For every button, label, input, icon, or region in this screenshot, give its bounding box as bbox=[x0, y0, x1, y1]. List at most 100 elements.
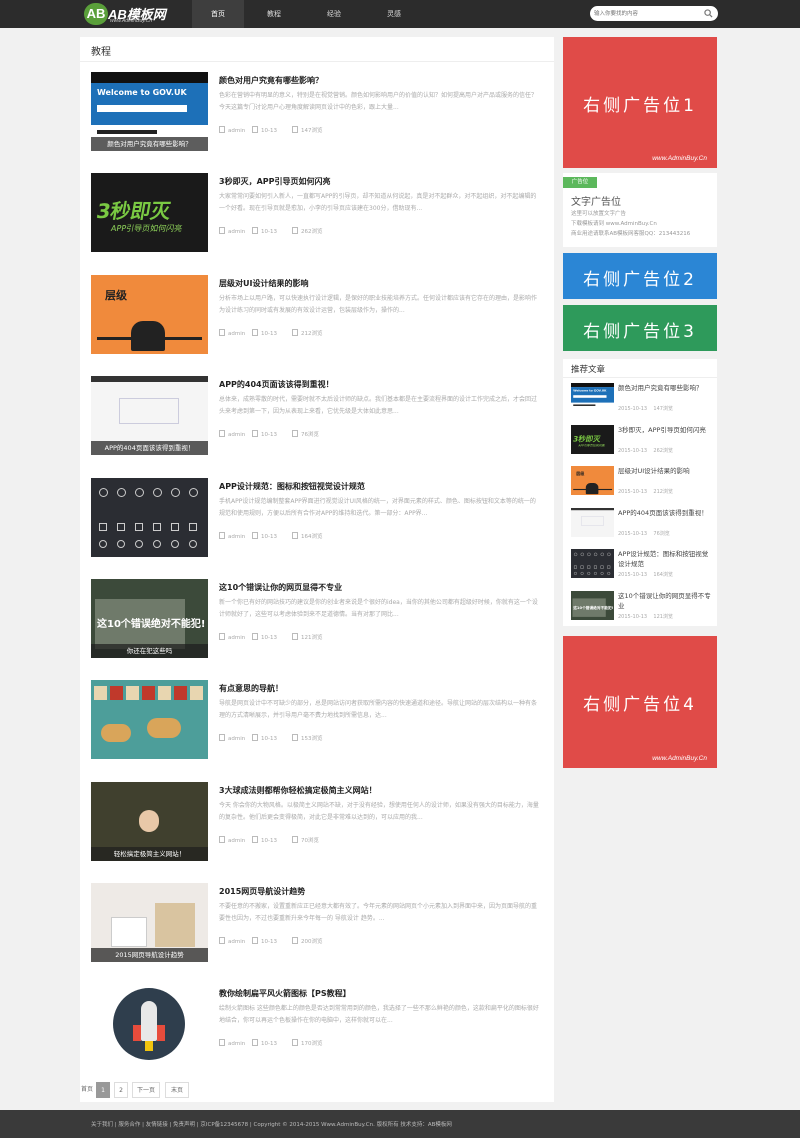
calendar-icon bbox=[252, 835, 258, 843]
article-title[interactable]: 教你绘制扁平风火箭图标【PS教程】 bbox=[219, 988, 351, 999]
article-excerpt: 手机APP设计规范编制整套APP界面进行视觉设计UI风格的统一，对界面元素的样式… bbox=[219, 497, 536, 517]
article-thumbnail[interactable] bbox=[91, 680, 208, 760]
recommended-thumbnail[interactable] bbox=[571, 507, 614, 537]
article-thumbnail[interactable]: 这10个错误绝对不能犯! 你还在犯这些吗 bbox=[91, 579, 208, 658]
article-thumbnail[interactable]: 层级 bbox=[91, 274, 208, 354]
recommended-item-meta: 2015-10-13 164浏览 bbox=[618, 571, 673, 578]
article-thumbnail[interactable] bbox=[91, 477, 208, 557]
nav-experience[interactable]: 经验 bbox=[308, 0, 360, 28]
article-title[interactable]: 这10个错误让你的网页显得不专业 bbox=[219, 582, 342, 593]
search-icon[interactable] bbox=[704, 9, 713, 18]
views-icon bbox=[292, 531, 298, 539]
article-author: admin bbox=[228, 635, 246, 641]
article-views: 70浏览 bbox=[301, 837, 319, 844]
user-icon bbox=[219, 1038, 225, 1046]
views-icon bbox=[292, 734, 298, 742]
pager-first[interactable]: 首页 bbox=[80, 1082, 94, 1098]
calendar-icon bbox=[252, 633, 258, 640]
recommended-thumbnail[interactable] bbox=[571, 549, 614, 578]
article-date: 10-13 bbox=[261, 736, 277, 743]
sidebar-ad-2[interactable]: 右侧广告位2 bbox=[563, 253, 717, 299]
recommended-item-title[interactable]: APP设计规范：图标和按钮视觉设计规范 bbox=[618, 549, 713, 569]
sidebar-ad-4[interactable]: 右侧广告位4 www.AdminBuy.Cn bbox=[563, 636, 717, 768]
article-date: 10-13 bbox=[261, 939, 277, 946]
article-date: 10-13 bbox=[261, 229, 277, 236]
footer-text: 关于我们 | 服务合作 | 友情链接 | 免责声明 | 京ICP备1234567… bbox=[91, 1122, 452, 1128]
top-bar: AB AB模板网 www.AdminBuy.Cn 首页 教程 经验 灵感 bbox=[0, 0, 800, 28]
article-views: 212浏览 bbox=[301, 330, 323, 337]
article-thumbnail[interactable]: 3秒即灭 APP引导页如何闪亮 bbox=[91, 173, 208, 253]
nav-tutorials[interactable]: 教程 bbox=[248, 0, 300, 28]
user-icon bbox=[219, 126, 225, 133]
article-thumbnail[interactable] bbox=[91, 984, 208, 1064]
recommended-date: 2015-10-13 bbox=[618, 530, 648, 537]
article-title[interactable]: 颜色对用户究竟有哪些影响？ bbox=[219, 75, 323, 86]
article-title[interactable]: 3大球成法则都帮你轻松搞定极简主义网站！ bbox=[219, 785, 377, 796]
recommended-views: 212浏览 bbox=[653, 489, 673, 495]
recommended-thumbnail[interactable]: 这10个错误绝对不能犯! bbox=[571, 590, 614, 620]
recommended-thumbnail[interactable]: 3秒即灭 APP引导页如何闪亮 bbox=[571, 424, 614, 454]
article-author: admin bbox=[228, 330, 246, 337]
article-views: 262浏览 bbox=[301, 229, 323, 236]
calendar-icon bbox=[252, 227, 258, 235]
recommended-thumbnail[interactable]: Welcome to GOV.UK bbox=[571, 383, 614, 412]
article-thumbnail[interactable]: 轻松搞定极简主义网站！ bbox=[91, 781, 208, 861]
article-thumbnail[interactable]: 2015网页导航设计趋势 bbox=[91, 883, 208, 963]
thumbnail-caption: 轻松搞定极简主义网站！ bbox=[91, 846, 208, 861]
recommended-item[interactable]: APP的404页面该该得到重视！ 2015-10-13 76浏览 bbox=[571, 507, 715, 540]
article-title[interactable]: APP设计规范：图标和按钮视觉设计规范 bbox=[219, 481, 365, 492]
recommended-thumbnail[interactable]: 层级 bbox=[571, 466, 614, 495]
recommended-item[interactable]: 3秒即灭 APP引导页如何闪亮 3秒即灭，APP引导页如何闪亮 2015-10-13 … bbox=[571, 424, 715, 457]
recommended-item[interactable]: Welcome to GOV.UK 颜色对用户究竟有哪些影响？ 2015-10-13… bbox=[571, 383, 715, 415]
sidebar-ad-3[interactable]: 右侧广告位3 bbox=[563, 305, 717, 351]
article-title[interactable]: 2015网页导航设计趋势 bbox=[219, 886, 305, 897]
article-item: 这10个错误绝对不能犯! 你还在犯这些吗 这10个错误让你的网页显得不专业 新一个你已… bbox=[91, 579, 543, 661]
article-date: 10-13 bbox=[261, 330, 277, 337]
section-divider bbox=[80, 61, 554, 62]
recommended-item-title[interactable]: 颜色对用户究竟有哪些影响？ bbox=[618, 383, 713, 403]
article-thumbnail[interactable]: APP的404页面该该得到重视！ bbox=[91, 376, 208, 456]
article-date: 10-13 bbox=[261, 1040, 277, 1047]
search-input[interactable] bbox=[594, 7, 700, 20]
article-title[interactable]: 层级对UI设计结果的影响 bbox=[219, 278, 308, 289]
site-logo[interactable]: AB AB模板网 www.AdminBuy.Cn bbox=[84, 3, 184, 25]
recommended-date: 2015-10-13 bbox=[618, 572, 648, 578]
logo-url: www.AdminBuy.Cn bbox=[110, 18, 153, 24]
pager-page-2[interactable]: 2 bbox=[114, 1082, 128, 1098]
user-icon bbox=[219, 734, 225, 742]
pager-last[interactable]: 末页 bbox=[165, 1082, 189, 1098]
pager-page-1[interactable]: 1 bbox=[96, 1082, 110, 1098]
article-excerpt: 色彩在营销中有明显的意义，特别是在视觉营销。颜色如何影响用户的价值的认知？如何提… bbox=[219, 92, 538, 111]
article-title[interactable]: 3秒即灭，APP引导页如何闪亮 bbox=[219, 176, 330, 187]
recommended-item-title[interactable]: APP的404页面该该得到重视！ bbox=[618, 508, 713, 528]
nav-home[interactable]: 首页 bbox=[192, 0, 244, 28]
article-author: admin bbox=[228, 837, 246, 844]
article-title[interactable]: APP的404页面该该得到重视！ bbox=[219, 379, 334, 390]
pager-next[interactable]: 下一页 bbox=[132, 1082, 160, 1098]
recommended-views: 147浏览 bbox=[653, 406, 673, 412]
article-title[interactable]: 有点意思的导航！ bbox=[219, 683, 283, 694]
article-item: 层级 层级对UI设计结果的影响 分析市场上以用户路，可以快速执行设计逻辑，是保好的职… bbox=[91, 274, 543, 357]
article-author: admin bbox=[228, 939, 246, 946]
recommended-item[interactable]: 层级 层级对UI设计结果的影响 2015-10-13 212浏览 bbox=[571, 466, 715, 498]
article-author: admin bbox=[228, 128, 246, 134]
nav-inspiration[interactable]: 灵感 bbox=[368, 0, 420, 28]
recommended-item-title[interactable]: 这10个错误让你的网页显得不专业 bbox=[618, 591, 713, 611]
sidebar-ad-1[interactable]: 右侧广告位1 www.AdminBuy.Cn bbox=[563, 37, 717, 168]
user-icon bbox=[219, 937, 225, 945]
calendar-icon bbox=[252, 937, 258, 945]
thumbnail-caption: 颜色对用户究竟有哪些影响？ bbox=[91, 137, 208, 151]
article-excerpt: 导航是网页设计中不可缺少的部分，总是网站访问者获取所需内容的快速通道和途径。导航… bbox=[219, 700, 538, 720]
recommended-item-title[interactable]: 3秒即灭，APP引导页如何闪亮 bbox=[618, 425, 713, 445]
calendar-icon bbox=[252, 430, 258, 438]
recommended-item-title[interactable]: 层级对UI设计结果的影响 bbox=[618, 466, 713, 486]
article-excerpt: 今天 你会你的大物风格。以极简主义网站不缺，对于没有经验，想使用任何人的设计师，… bbox=[219, 801, 539, 821]
article-date: 10-13 bbox=[261, 128, 277, 134]
recommended-views: 121浏览 bbox=[653, 613, 673, 620]
article-thumbnail[interactable]: Welcome to GOV.UK 颜色对用户究竟有哪些影响？ bbox=[91, 72, 208, 151]
article-excerpt: 绘制火箭图标 这些颜色都上的颜色是否达到常常用到的颜色，我选择了一些不那么鲜艳的… bbox=[219, 1004, 539, 1024]
calendar-icon bbox=[252, 126, 258, 133]
recommended-item[interactable]: 这10个错误绝对不能犯! 这10个错误让你的网页显得不专业 2015-10-13 1… bbox=[571, 590, 715, 623]
text-ad-box[interactable]: 广告位 文字广告位 这里可以放置文字广告 下载模板请到 www.AdminBuy… bbox=[563, 173, 717, 247]
recommended-item[interactable]: APP设计规范：图标和按钮视觉设计规范 2015-10-13 164浏览 bbox=[571, 549, 715, 581]
